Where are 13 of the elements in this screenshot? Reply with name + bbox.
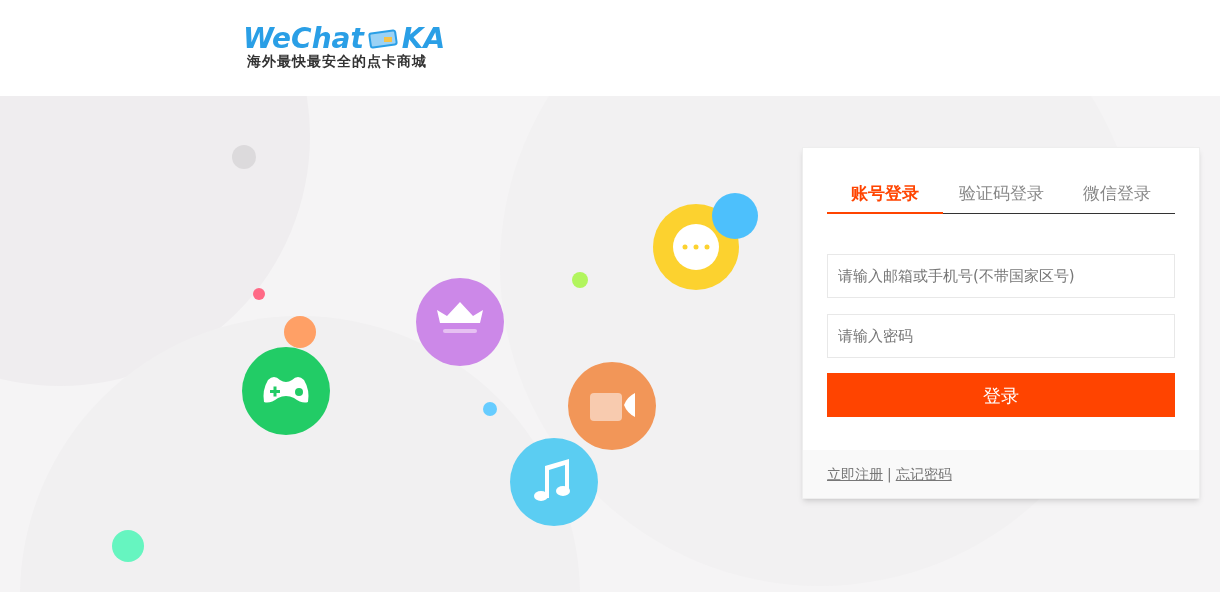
register-link[interactable]: 立即注册 xyxy=(827,463,883,485)
input-field[interactable]: 请输入密码 xyxy=(827,314,1175,358)
forgot-password-link[interactable]: 忘记密码 xyxy=(895,463,952,485)
login-tab[interactable]: 验证码登录 xyxy=(943,176,1059,214)
login-tab[interactable]: 微信登录 xyxy=(1059,176,1175,214)
logo-tagline: 海外最快最安全的点卡商城 xyxy=(246,53,428,71)
input-field[interactable]: 请输入邮箱或手机号(不带国家区号) xyxy=(827,254,1175,298)
link-separator: | xyxy=(887,464,892,485)
login-button[interactable]: 登录 xyxy=(827,373,1175,417)
logo-wordmark: WeChat xyxy=(243,25,364,54)
card-icon xyxy=(367,29,398,50)
logo-wordmark-suffix: KA xyxy=(401,25,446,54)
login-tab[interactable]: 账号登录 xyxy=(827,176,943,214)
